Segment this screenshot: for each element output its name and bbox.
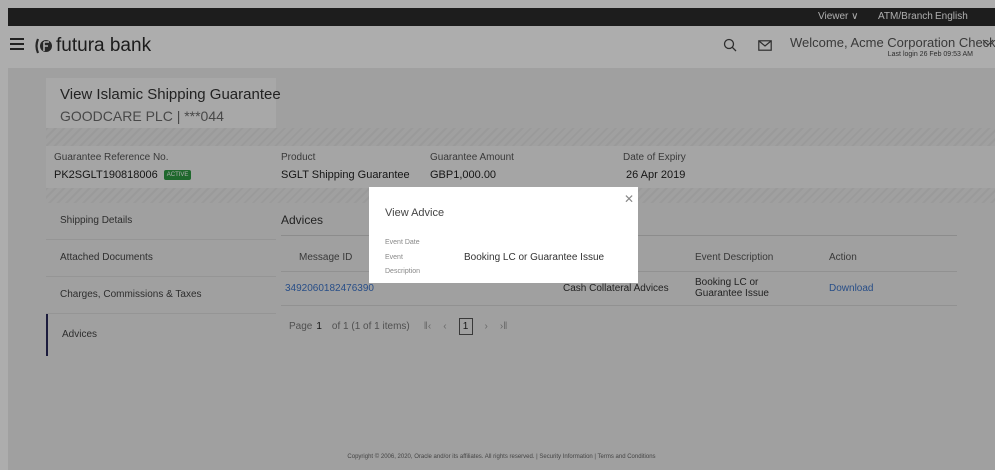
modal-title: View Advice: [385, 207, 445, 219]
close-icon[interactable]: ✕: [624, 192, 634, 206]
event-date-label: Event Date: [385, 239, 420, 246]
event-label: Event: [385, 254, 403, 261]
view-advice-modal: View Advice ✕ Event Date Event Descripti…: [369, 187, 638, 283]
event-description-value: Booking LC or Guarantee Issue: [464, 252, 605, 263]
description-label: Description: [385, 268, 421, 275]
